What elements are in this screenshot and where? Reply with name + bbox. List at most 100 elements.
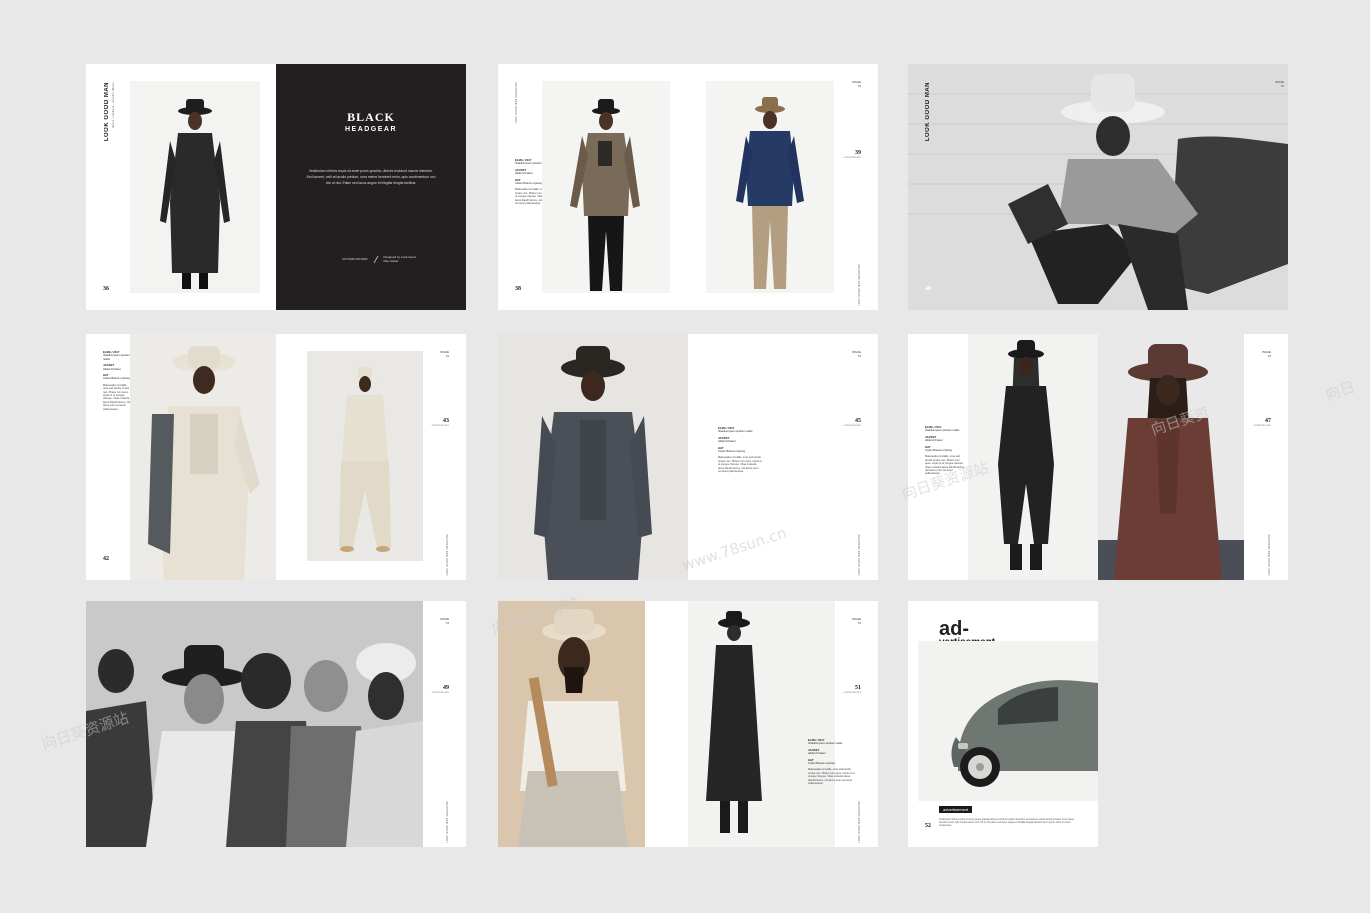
ad-body-text: Vestibulum ultrices turpis sit amet puru… bbox=[939, 818, 1074, 828]
spread-42-43[interactable]: ELMA / 2017 Vitaellus ipsum pretium matti… bbox=[86, 334, 466, 580]
page-38: LOOK GOOD MAN MAGAZINE ELMA / 2017 Vitael… bbox=[498, 64, 688, 310]
feature-page-number: 51 ANNIVERSARY bbox=[843, 685, 861, 694]
caption-text: Vitaellus ipsum pretium mattis bbox=[808, 742, 843, 746]
page-number: 52 bbox=[925, 823, 931, 829]
photo-patch-jacket bbox=[542, 81, 670, 293]
caption-text: Abdel Al Fraser bbox=[808, 752, 826, 756]
photo-grey-suit bbox=[498, 334, 688, 580]
photo-cream-vest bbox=[130, 334, 276, 580]
page-45: ISSUE 72 ELMA / 2017 Vitaellus ipsum preti… bbox=[688, 334, 878, 580]
page-37-dark: BLACK HEADGEAR Vestibulum ultrices turpi… bbox=[276, 64, 466, 310]
feature-body-text: Vestibulum ultrices turpis sit amet puru… bbox=[306, 169, 436, 185]
magazine-spine-label: LOOK GOOD MAN MAGAZINE bbox=[446, 534, 449, 576]
page-36: LOOK GOOD MAN Men's Lookbook · Autumn Wi… bbox=[86, 64, 276, 310]
number-caption: ANNIVERSARY bbox=[843, 691, 861, 694]
spread-black-headgear[interactable]: LOOK GOOD MAN Men's Lookbook · Autumn Wi… bbox=[86, 64, 466, 310]
caption-text: Vitaellus ipsum pretium mattis bbox=[718, 430, 753, 434]
feature-page-number: 45 ANNIVERSARY bbox=[843, 418, 861, 427]
caption-text: Abdel Al Fraser bbox=[515, 172, 533, 176]
page-47: ISSUE 72 47 ANNIVERSARY LOOK GOOD MAN MAGA… bbox=[1098, 334, 1288, 580]
spread-44-45[interactable]: ISSUE 72 ELMA / 2017 Vitaellus ipsum preti… bbox=[498, 334, 878, 580]
caption-42: ELMA / 2017 Vitaellus ipsum pretium matti… bbox=[103, 350, 131, 411]
page-46: ELMA / 2017 Vitaellus ipsum pretium matti… bbox=[908, 334, 1098, 580]
divider bbox=[373, 255, 378, 263]
caption-text: Vitaellus ipsum pretium mattis bbox=[103, 354, 130, 361]
caption-text: Abdel Al Fraser bbox=[718, 440, 736, 444]
page-number: 36 bbox=[103, 286, 109, 292]
page-39: ISSUE 72 39 ANNIVERSARY LOOK GOOD MAN MAGA… bbox=[688, 64, 878, 310]
page-42: ELMA / 2017 Vitaellus ipsum pretium matti… bbox=[86, 334, 276, 580]
photo-cream-suit bbox=[307, 351, 423, 561]
magazine-spine-label: LOOK GOOD MAN MAGAZINE bbox=[858, 801, 861, 843]
season-label: AUTUMN WINTER bbox=[342, 257, 368, 261]
issue-number: 72 bbox=[857, 83, 861, 88]
magazine-spine-label: LOOK GOOD MAN MAGAZINE bbox=[515, 82, 518, 124]
caption-text: Cotton Brauns of jersey bbox=[808, 762, 836, 766]
photo-bw-sofa bbox=[908, 64, 1288, 310]
caption-paragraph: Malesuada convallis, urna sed iaculis or… bbox=[718, 456, 762, 474]
issue-label: ISSUE 72 bbox=[1262, 350, 1271, 358]
spread-40-41[interactable]: LOOK GOOD MAN ISSUE 72 40 bbox=[908, 64, 1288, 310]
issue-label: ISSUE 72 bbox=[852, 617, 861, 625]
spread-50-51[interactable]: ELMA / 2017 Vitaellus ipsum pretium matti… bbox=[498, 601, 878, 847]
spread-38-39[interactable]: LOOK GOOD MAN MAGAZINE ELMA / 2017 Vitael… bbox=[498, 64, 878, 310]
feature-page-number: 43 ANNIVERSARY bbox=[431, 418, 449, 427]
photo-vintage-car bbox=[918, 641, 1098, 801]
feature-page-number: 47 ANNIVERSARY bbox=[1253, 418, 1271, 427]
photo-burgundy-coat bbox=[1098, 334, 1244, 580]
photo-denim-jacket bbox=[706, 81, 834, 293]
caption-text: Abdel Al Fraser bbox=[103, 367, 121, 371]
page-number: 42 bbox=[103, 556, 109, 562]
photo-black-coat bbox=[130, 81, 260, 293]
feature-title-line2: HEADGEAR bbox=[344, 126, 398, 133]
number-caption: ANNIVERSARY bbox=[843, 156, 861, 159]
issue-number: 72 bbox=[445, 353, 449, 358]
advertisement-page[interactable]: ad- vertisement advertisement Vestibulum… bbox=[908, 601, 1098, 847]
magazine-title: LOOK GOOD MAN bbox=[104, 82, 110, 142]
issue-number: 72 bbox=[445, 620, 449, 625]
page-number: 40 bbox=[925, 286, 931, 292]
issue-label: ISSUE 72 bbox=[852, 80, 861, 88]
spread-46-47[interactable]: ELMA / 2017 Vitaellus ipsum pretium matti… bbox=[908, 334, 1288, 580]
issue-number: 72 bbox=[1280, 83, 1284, 88]
magazine-spine-label: LOOK GOOD MAN MAGAZINE bbox=[446, 801, 449, 843]
magazine-spine-label: LOOK GOOD MAN MAGAZINE bbox=[1268, 534, 1271, 576]
page-43: ISSUE 72 43 ANNIVERSARY LOOK GOOD MAN MAGA… bbox=[276, 334, 466, 580]
issue-label: ISSUE 72 bbox=[440, 617, 449, 625]
feature-footer: AUTUMN WINTER Designed by Look Good Man … bbox=[342, 255, 418, 263]
caption-text: Cotton Brauns of jersey bbox=[718, 450, 746, 454]
number-caption: ANNIVERSARY bbox=[431, 691, 449, 694]
number-caption: ANNIVERSARY bbox=[431, 424, 449, 427]
caption-paragraph: Malesuada convallis, urna sed iaculis or… bbox=[925, 455, 965, 476]
magazine-title: LOOK GOOD MAN bbox=[925, 82, 931, 142]
caption-text: Vitaellus ipsum pretium mattis bbox=[925, 429, 960, 433]
caption-46: ELMA / 2017 Vitaellus ipsum pretium matti… bbox=[925, 425, 965, 476]
spread-48-49[interactable]: ISSUE 72 49 ANNIVERSARY LOOK GOOD MAN MAGA… bbox=[86, 601, 466, 847]
caption-text: Abdel Al Fraser bbox=[925, 439, 943, 443]
caption-text: Cotton Brauns of jersey bbox=[103, 377, 131, 381]
caption-51: ELMA / 2017 Vitaellus ipsum pretium matti… bbox=[808, 738, 856, 785]
caption-text: Cotton Brauns of jersey bbox=[515, 182, 543, 186]
feature-title: BLACK HEADGEAR bbox=[276, 110, 466, 133]
issue-number: 72 bbox=[1267, 353, 1271, 358]
page-51: ELMA / 2017 Vitaellus ipsum pretium matti… bbox=[688, 601, 878, 847]
caption-text: Cotton Brauns of jersey bbox=[925, 449, 953, 453]
issue-number: 72 bbox=[857, 353, 861, 358]
feature-title-line1: BLACK bbox=[347, 110, 395, 124]
magazine-spine-label: LOOK GOOD MAN MAGAZINE bbox=[858, 264, 861, 306]
number-caption: ANNIVERSARY bbox=[843, 424, 861, 427]
magazine-subtitle: Men's Lookbook · Autumn Winter bbox=[112, 82, 115, 128]
page-number: 38 bbox=[515, 286, 521, 292]
photo-bucket-hat bbox=[498, 601, 645, 847]
issue-label: ISSUE 72 bbox=[852, 350, 861, 358]
watermark-text: 向日 bbox=[1323, 377, 1358, 405]
photo-group-bw bbox=[86, 601, 423, 847]
caption-45: ELMA / 2017 Vitaellus ipsum pretium matti… bbox=[718, 426, 762, 474]
number-caption: ANNIVERSARY bbox=[1253, 424, 1271, 427]
issue-label: ISSUE 72 bbox=[1275, 80, 1284, 88]
designer-credit: Designed by Look Good Man Atelier bbox=[383, 255, 416, 263]
feature-page-number: 39 ANNIVERSARY bbox=[843, 150, 861, 159]
magazine-spine-label: LOOK GOOD MAN MAGAZINE bbox=[858, 534, 861, 576]
caption-paragraph: Malesuada convallis, urna sed iaculis or… bbox=[103, 383, 131, 411]
feature-page-number: 49 ANNIVERSARY bbox=[431, 685, 449, 694]
